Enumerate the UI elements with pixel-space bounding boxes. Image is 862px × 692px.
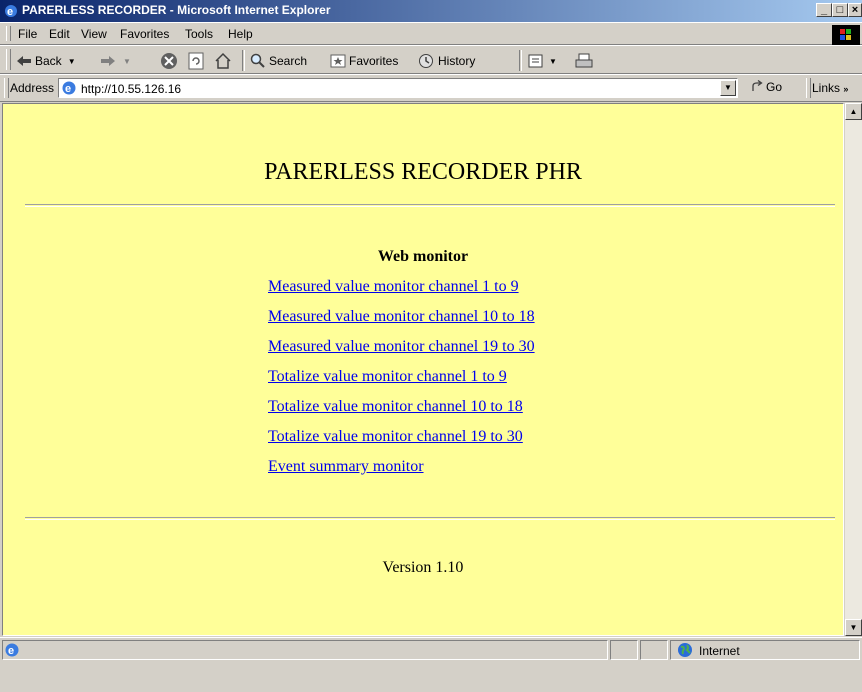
status-text-pane [2,640,608,660]
favorites-button[interactable]: Favorites [330,51,398,71]
chevron-right-icon: » [843,84,849,94]
go-button[interactable]: Go [750,80,782,94]
print-icon [575,53,593,68]
menu-help[interactable]: Help [228,27,253,41]
maximize-button[interactable]: □ [832,3,848,17]
title-bar: e PARERLESS RECORDER - Microsoft Interne… [0,0,862,22]
link-measured-19-30[interactable]: Measured value monitor channel 19 to 30 [268,338,535,356]
toolbar-grip [6,49,11,70]
zone-label: Internet [699,644,740,658]
links-grip [806,78,811,98]
toolbar-separator [519,50,522,71]
search-button[interactable]: Search [250,51,307,71]
history-icon [419,54,433,68]
version-text: Version 1.10 [382,559,464,576]
scroll-down-icon[interactable]: ▼ [845,619,862,636]
svg-text:e: e [65,83,71,95]
scroll-up-icon[interactable]: ▲ [845,103,862,120]
stop-button[interactable] [160,51,181,71]
menubar-grip [6,26,11,41]
toolbar-separator [242,50,245,71]
go-label: Go [766,80,783,94]
menu-favorites[interactable]: Favorites [120,27,169,41]
link-totalize-1-9[interactable]: Totalize value monitor channel 1 to 9 [268,368,507,386]
forward-arrow-icon [101,56,115,66]
history-label: History [438,54,476,68]
links-button[interactable]: Links » [812,81,848,95]
menu-view[interactable]: View [81,27,107,41]
status-bar: e Internet [0,637,862,692]
windows-logo-icon [832,25,860,45]
minimize-button[interactable]: _ [816,3,832,17]
home-button[interactable] [214,51,235,71]
status-pane [610,640,638,660]
history-button[interactable]: History [417,51,475,71]
svg-text:e: e [7,6,13,18]
mail-dropdown-icon: ▼ [549,56,557,66]
globe-icon [678,643,692,657]
close-button[interactable]: × [848,3,862,17]
back-button[interactable]: Back ▼ [16,51,76,71]
status-pane [640,640,668,660]
menu-bar: File Edit View Favorites Tools Help [0,22,862,45]
address-url: http://10.55.126.16 [81,82,182,96]
print-button[interactable] [574,51,597,71]
section-title: Web monitor [377,248,469,265]
address-dropdown-icon[interactable]: ▼ [720,80,736,96]
link-totalize-10-18[interactable]: Totalize value monitor channel 10 to 18 [268,398,523,416]
address-bar: Address e http://10.55.126.16 ▼ Go Links… [0,74,862,102]
menu-file[interactable]: File [18,27,37,41]
back-label: Back [35,54,62,68]
link-measured-1-9[interactable]: Measured value monitor channel 1 to 9 [268,278,519,296]
page-title: PARERLESS RECORDER PHR [264,159,582,185]
refresh-button[interactable] [188,51,207,71]
vertical-scrollbar[interactable]: ▲ ▼ [845,103,862,636]
address-label: Address [10,81,55,95]
page-content: PARERLESS RECORDER PHR Web monitor Measu… [2,103,844,636]
menu-edit[interactable]: Edit [49,27,70,41]
link-totalize-19-30[interactable]: Totalize value monitor channel 19 to 30 [268,428,523,446]
stop-icon [161,53,177,69]
address-input[interactable]: e http://10.55.126.16 ▼ [58,78,738,98]
search-icon [250,53,265,68]
go-arrow-icon [752,80,763,91]
addressbar-grip [4,78,9,98]
search-label: Search [269,54,308,68]
menu-tools[interactable]: Tools [185,27,213,41]
home-icon [215,52,231,69]
link-event-summary[interactable]: Event summary monitor [268,458,424,476]
page-icon: e [62,81,76,95]
ie-icon: e [5,5,17,18]
toolbar: Back ▼ ▼ Search Favorites History ▼ [0,45,862,74]
link-measured-10-18[interactable]: Measured value monitor channel 10 to 18 [268,308,535,326]
back-arrow-icon [17,56,31,66]
refresh-icon [188,52,204,70]
links-label: Links [812,81,841,95]
mail-button[interactable]: ▼ [528,51,557,71]
divider [25,517,835,520]
back-dropdown-icon: ▼ [67,56,76,66]
zone-pane: Internet [670,640,860,660]
divider [25,204,835,207]
forward-button[interactable]: ▼ [100,51,131,71]
forward-dropdown-icon: ▼ [123,56,131,66]
favorites-icon [330,54,346,68]
window-title: PARERLESS RECORDER - Microsoft Internet … [22,3,331,17]
mail-icon [528,54,543,68]
favorites-label: Favorites [349,54,399,68]
